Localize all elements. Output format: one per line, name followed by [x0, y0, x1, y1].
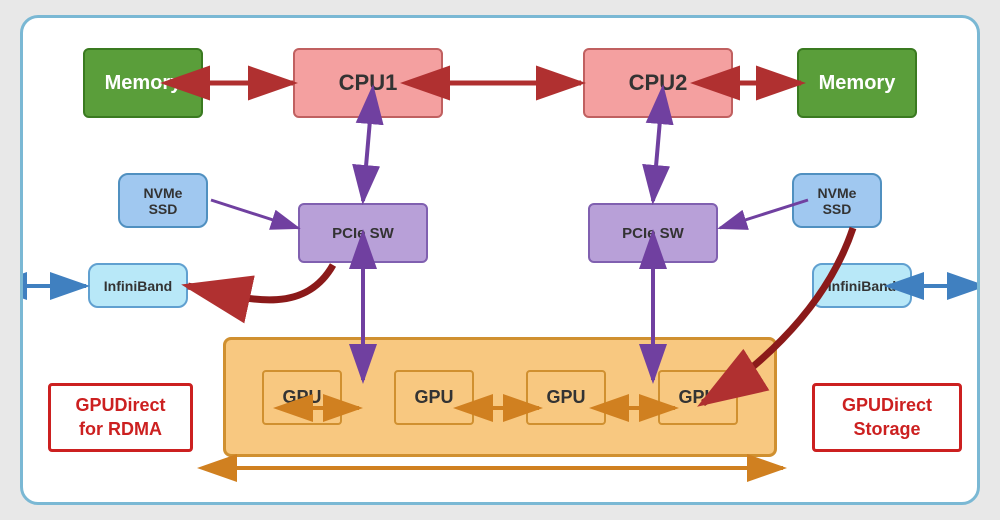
memory-left-box: Memory	[83, 48, 203, 118]
pcie2-box: PCIe SW	[588, 203, 718, 263]
infiniband-left-box: InfiniBand	[88, 263, 188, 308]
gpu3-box: GPU	[526, 370, 606, 425]
gpudirect-rdma-label: GPUDirectfor RDMA	[48, 383, 193, 452]
cpu2-box: CPU2	[583, 48, 733, 118]
infiniband-right-box: InfiniBand	[812, 263, 912, 308]
gpudirect-storage-label: GPUDirectStorage	[812, 383, 962, 452]
gpu2-box: GPU	[394, 370, 474, 425]
gpu4-box: GPU	[658, 370, 738, 425]
gpu4-label: GPU	[678, 387, 717, 408]
gpu1-label: GPU	[282, 387, 321, 408]
nvme-right-box: NVMeSSD	[792, 173, 882, 228]
gpu3-label: GPU	[546, 387, 585, 408]
memory-right-label: Memory	[819, 72, 896, 95]
gpu1-box: GPU	[262, 370, 342, 425]
nvme-left-label: NVMeSSD	[144, 185, 183, 217]
nvme-right-label: NVMeSSD	[818, 185, 857, 217]
nvme-left-box: NVMeSSD	[118, 173, 208, 228]
pcie1-label: PCIe SW	[332, 225, 394, 242]
cpu1-box: CPU1	[293, 48, 443, 118]
gpu-row: GPU GPU GPU GPU	[223, 337, 777, 457]
infiniband-left-label: InfiniBand	[104, 278, 172, 294]
memory-left-label: Memory	[105, 72, 182, 95]
gpu2-label: GPU	[414, 387, 453, 408]
cpu1-label: CPU1	[339, 70, 398, 96]
cpu2-label: CPU2	[629, 70, 688, 96]
infiniband-right-label: InfiniBand	[828, 278, 896, 294]
diagram-container: Memory Memory CPU1 CPU2 NVMeSSD NVMeSSD …	[20, 15, 980, 505]
pcie1-box: PCIe SW	[298, 203, 428, 263]
memory-right-box: Memory	[797, 48, 917, 118]
pcie2-label: PCIe SW	[622, 225, 684, 242]
